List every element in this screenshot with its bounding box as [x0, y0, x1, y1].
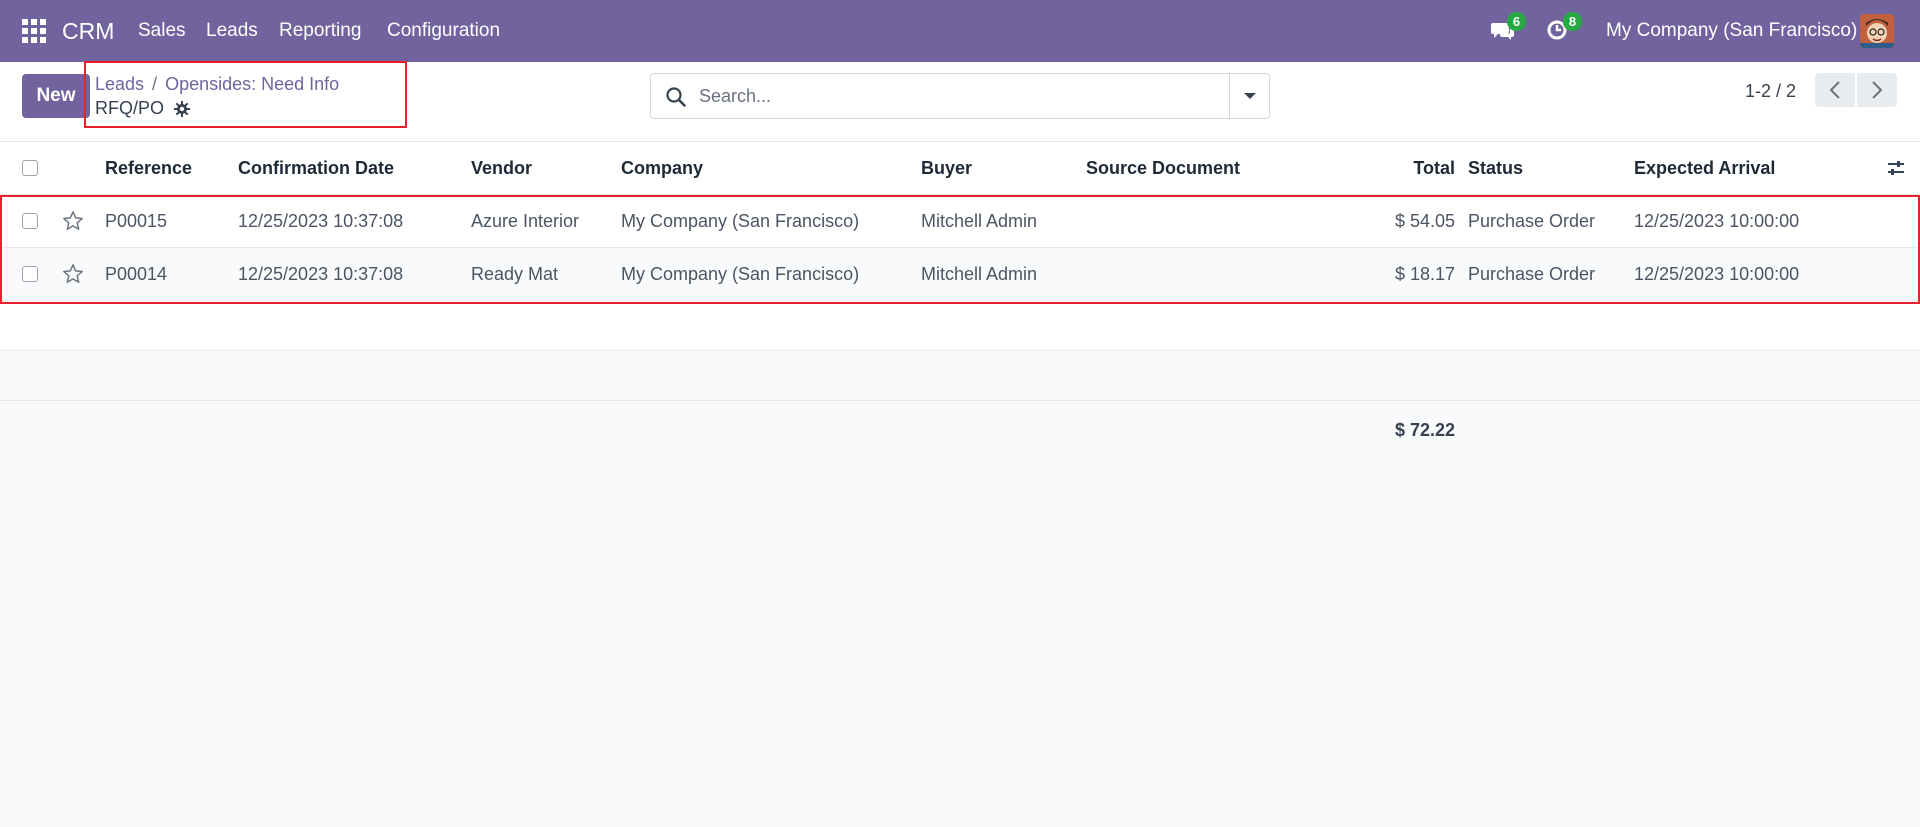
pager-next-button[interactable] — [1857, 73, 1897, 107]
row-checkbox[interactable] — [22, 213, 38, 229]
star-icon[interactable] — [62, 195, 84, 247]
row-checkbox[interactable] — [22, 266, 38, 282]
table-row[interactable]: P00014 12/25/2023 10:37:08 Ready Mat My … — [0, 248, 1920, 301]
breadcrumb-leads[interactable]: Leads — [95, 74, 144, 94]
user-avatar[interactable] — [1860, 14, 1894, 48]
header-status[interactable]: Status — [1468, 142, 1523, 194]
cell-confirmation-date: 12/25/2023 10:37:08 — [238, 210, 404, 231]
empty-row — [0, 301, 1920, 351]
select-all-checkbox[interactable] — [22, 160, 38, 176]
search-input[interactable] — [699, 74, 1199, 118]
cell-status: Purchase Order — [1468, 263, 1596, 284]
chevron-left-icon — [1829, 81, 1840, 99]
header-buyer[interactable]: Buyer — [921, 142, 972, 194]
header-expected-arrival[interactable]: Expected Arrival — [1634, 142, 1775, 194]
cell-vendor: Ready Mat — [471, 263, 559, 284]
menu-configuration[interactable]: Configuration — [387, 20, 500, 42]
header-reference[interactable]: Reference — [105, 142, 192, 194]
table-row[interactable]: P00015 12/25/2023 10:37:08 Azure Interio… — [0, 195, 1920, 248]
empty-row — [0, 351, 1920, 401]
table-header: Reference Confirmation Date Vendor Compa… — [0, 142, 1920, 195]
gear-icon[interactable] — [174, 100, 191, 117]
cell-company: My Company (San Francisco) — [621, 210, 860, 231]
header-company[interactable]: Company — [621, 142, 703, 194]
header-vendor[interactable]: Vendor — [471, 142, 532, 194]
new-button[interactable]: New — [22, 74, 90, 118]
cell-expected-arrival: 12/25/2023 10:00:00 — [1634, 263, 1800, 284]
caret-down-icon — [1243, 93, 1256, 99]
cell-confirmation-date: 12/25/2023 10:37:08 — [238, 263, 404, 284]
cell-company: My Company (San Francisco) — [621, 263, 860, 284]
breadcrumb-separator: / — [152, 74, 158, 94]
cell-reference: P00015 — [105, 210, 168, 231]
cell-status: Purchase Order — [1468, 210, 1596, 231]
search-bar — [650, 73, 1270, 119]
clock-icon[interactable]: 8 — [1546, 12, 1582, 44]
activities-badge: 8 — [1563, 12, 1582, 31]
chat-icon[interactable]: 6 — [1490, 12, 1526, 44]
company-switcher[interactable]: My Company (San Francisco) — [1606, 20, 1857, 42]
top-navbar: CRM Sales Leads Reporting Configuration … — [0, 0, 1920, 62]
cell-expected-arrival: 12/25/2023 10:00:00 — [1634, 210, 1800, 231]
breadcrumb-opensides[interactable]: Opensides: Need Info — [165, 74, 339, 94]
search-icon — [665, 86, 687, 108]
pager-value[interactable]: 1-2 / 2 — [1745, 81, 1796, 102]
apps-grid-icon[interactable] — [22, 19, 46, 43]
cell-buyer: Mitchell Admin — [921, 263, 1038, 284]
search-options-toggle[interactable] — [1229, 74, 1269, 118]
menu-sales[interactable]: Sales — [138, 20, 186, 42]
page-title-text: RFQ/PO — [95, 98, 165, 118]
cell-reference: P00014 — [105, 263, 168, 284]
messages-badge: 6 — [1507, 12, 1526, 31]
optional-columns-icon[interactable] — [1886, 142, 1906, 194]
chevron-right-icon — [1872, 81, 1883, 99]
breadcrumb: Leads / Opensides: Need Info — [95, 74, 339, 95]
menu-reporting[interactable]: Reporting — [279, 20, 361, 42]
app-name[interactable]: CRM — [62, 18, 114, 45]
cell-total: $ 54.05 — [1394, 210, 1455, 231]
cell-total: $ 18.17 — [1394, 263, 1455, 284]
header-source-document[interactable]: Source Document — [1086, 142, 1240, 194]
star-icon[interactable] — [62, 248, 84, 300]
header-confirmation-date[interactable]: Confirmation Date — [238, 142, 394, 194]
pager-previous-button[interactable] — [1815, 73, 1855, 107]
control-panel: New Leads / Opensides: Need Info RFQ/PO — [0, 62, 1920, 142]
menu-leads[interactable]: Leads — [206, 20, 258, 42]
page-title: RFQ/PO — [95, 98, 191, 119]
cell-buyer: Mitchell Admin — [921, 210, 1038, 231]
cell-vendor: Azure Interior — [471, 210, 580, 231]
sum-total: $ 72.22 — [1394, 420, 1455, 440]
header-total[interactable]: Total — [1340, 142, 1455, 194]
